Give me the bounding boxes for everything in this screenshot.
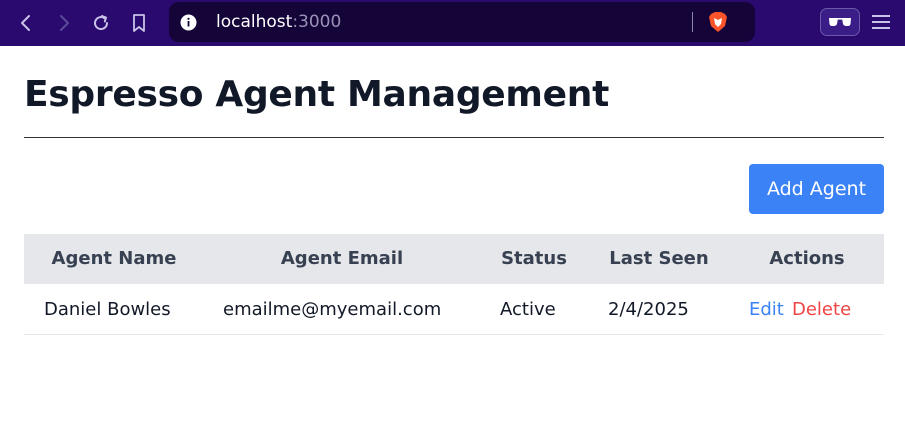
forward-icon[interactable] [49,8,79,38]
header-actions: Actions [769,248,845,269]
agent-email-cell: emailme@myemail.com [223,299,442,320]
table-row: Daniel Bowles emailme@myemail.com Active… [24,284,884,335]
agents-table: Agent Name Agent Email Status Last Seen … [24,234,884,335]
url-host: localhost [216,12,293,32]
page-title: Espresso Agent Management [24,74,609,115]
delete-link[interactable]: Delete [792,299,851,320]
add-agent-button[interactable]: Add Agent [749,164,884,214]
back-icon[interactable] [11,8,41,38]
status-cell: Active [500,299,556,320]
url-text: localhost:3000 [216,12,341,32]
last-seen-cell: 2/4/2025 [608,299,689,320]
header-agent-name: Agent Name [51,248,177,269]
url-port: :3000 [292,12,342,32]
reload-icon[interactable] [86,8,116,38]
bookmark-icon[interactable] [124,8,154,38]
title-divider [24,137,884,138]
header-agent-email: Agent Email [280,248,404,269]
agent-name-cell: Daniel Bowles [44,299,171,320]
brave-shield-icon[interactable] [708,11,728,37]
menu-icon[interactable] [870,10,892,38]
edit-link[interactable]: Edit [749,299,784,320]
address-bar[interactable]: localhost:3000 [169,2,755,42]
address-bar-divider [692,12,693,32]
header-last-seen: Last Seen [609,248,709,269]
table-header: Agent Name Agent Email Status Last Seen … [24,234,884,284]
site-info-icon[interactable] [180,14,197,35]
reader-mode-icon[interactable] [820,8,860,36]
header-status: Status [501,248,567,269]
browser-toolbar: localhost:3000 [0,0,905,46]
